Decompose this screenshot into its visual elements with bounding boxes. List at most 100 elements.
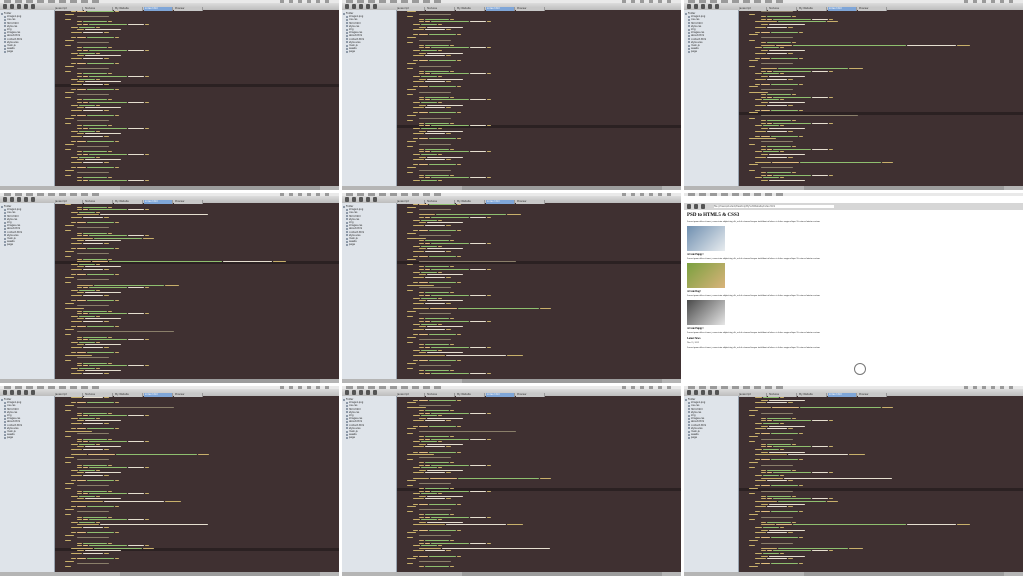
share-icon[interactable] [24,390,28,395]
menu-item[interactable] [765,193,772,196]
code-token-text [766,558,787,560]
back-icon[interactable] [352,197,356,202]
forward-icon[interactable] [701,4,705,9]
reload-icon[interactable] [701,204,705,209]
code-token-string [79,417,96,419]
sidebar-item[interactable]: page [0,50,58,53]
forward-icon[interactable] [359,4,363,9]
code-editor[interactable] [397,11,681,186]
code-editor[interactable] [55,11,339,186]
code-token-tag [761,524,775,526]
code-editor[interactable] [397,204,681,379]
code-token-tag [413,76,421,77]
build-icon[interactable] [3,4,7,9]
build-icon[interactable] [687,4,691,9]
forward-icon[interactable] [17,390,21,395]
code-editor[interactable] [55,204,339,379]
code-editor[interactable] [739,397,1023,572]
sidebar-item[interactable]: page [0,243,58,246]
code-token-string [88,102,127,103]
code-token-string [88,365,127,367]
settings-icon[interactable] [715,390,719,395]
forward-icon[interactable] [701,390,705,395]
build-icon[interactable] [3,390,7,395]
menu-item[interactable] [776,193,783,196]
code-token-tag [419,370,425,372]
build-icon[interactable] [345,197,349,202]
code-token-tag [761,420,766,422]
code-token-tag [449,174,455,176]
menu-bar [684,193,1023,196]
settings-icon[interactable] [31,390,35,395]
code-token-attr [77,402,87,404]
menu-item[interactable] [743,193,750,196]
sidebar-item[interactable]: page [342,243,400,246]
code-editor[interactable] [739,11,1023,186]
forward-icon[interactable] [17,197,21,202]
menu-item[interactable] [710,193,717,196]
share-icon[interactable] [366,197,370,202]
settings-icon[interactable] [31,4,35,9]
sidebar-item[interactable]: page [0,436,58,439]
sidebar-item[interactable]: page [684,436,742,439]
forward-icon[interactable] [694,204,698,209]
code-line [65,462,72,464]
code-token-tag [438,24,442,25]
code-token-text [82,243,103,244]
screenshot-tile: Javascript Textures My Website index.html Pr… [0,0,339,190]
code-token-string [771,511,799,513]
build-icon[interactable] [687,390,691,395]
back-icon[interactable] [10,4,14,9]
code-token-comment [761,141,794,142]
share-icon[interactable] [24,197,28,202]
forward-icon[interactable] [17,4,21,9]
menu-item[interactable] [732,193,739,196]
menu-item[interactable] [688,193,695,196]
share-icon[interactable] [24,4,28,9]
code-token-string [87,11,115,12]
share-icon[interactable] [708,4,712,9]
code-line [755,52,794,55]
menu-item[interactable] [754,193,761,196]
code-token-tag [96,26,100,28]
build-icon[interactable] [345,390,349,395]
back-icon[interactable] [352,390,356,395]
code-editor[interactable] [397,397,681,572]
back-icon[interactable] [694,390,698,395]
sidebar-item[interactable]: page [342,50,400,53]
settings-icon[interactable] [715,4,719,9]
back-icon[interactable] [687,204,691,209]
sidebar-item[interactable]: page [684,50,742,53]
forward-icon[interactable] [359,197,363,202]
address-bar[interactable]: file:///Users/student/Desktop/My%20Websi… [714,205,834,208]
share-icon[interactable] [366,4,370,9]
share-icon[interactable] [708,390,712,395]
settings-icon[interactable] [373,197,377,202]
menu-item[interactable] [721,193,728,196]
share-icon[interactable] [366,390,370,395]
back-icon[interactable] [10,197,14,202]
code-token-text [766,156,787,158]
build-icon[interactable] [3,197,7,202]
code-token-text [424,420,445,422]
code-token-tag [77,55,85,57]
code-token-tag [791,417,797,419]
settings-icon[interactable] [373,4,377,9]
forward-icon[interactable] [359,390,363,395]
sidebar-item[interactable]: page [342,436,400,439]
code-line [413,224,452,227]
back-icon[interactable] [352,4,356,9]
back-icon[interactable] [10,390,14,395]
code-line [77,120,110,122]
build-icon[interactable] [345,4,349,9]
code-line [419,560,452,563]
back-icon[interactable] [694,4,698,9]
code-token-text [469,412,486,414]
code-editor[interactable] [55,397,339,572]
code-line [749,467,756,469]
settings-icon[interactable] [31,197,35,202]
file-icon [346,15,348,18]
code-token-tag [755,109,761,111]
settings-icon[interactable] [373,390,377,395]
menu-item[interactable] [699,193,706,196]
